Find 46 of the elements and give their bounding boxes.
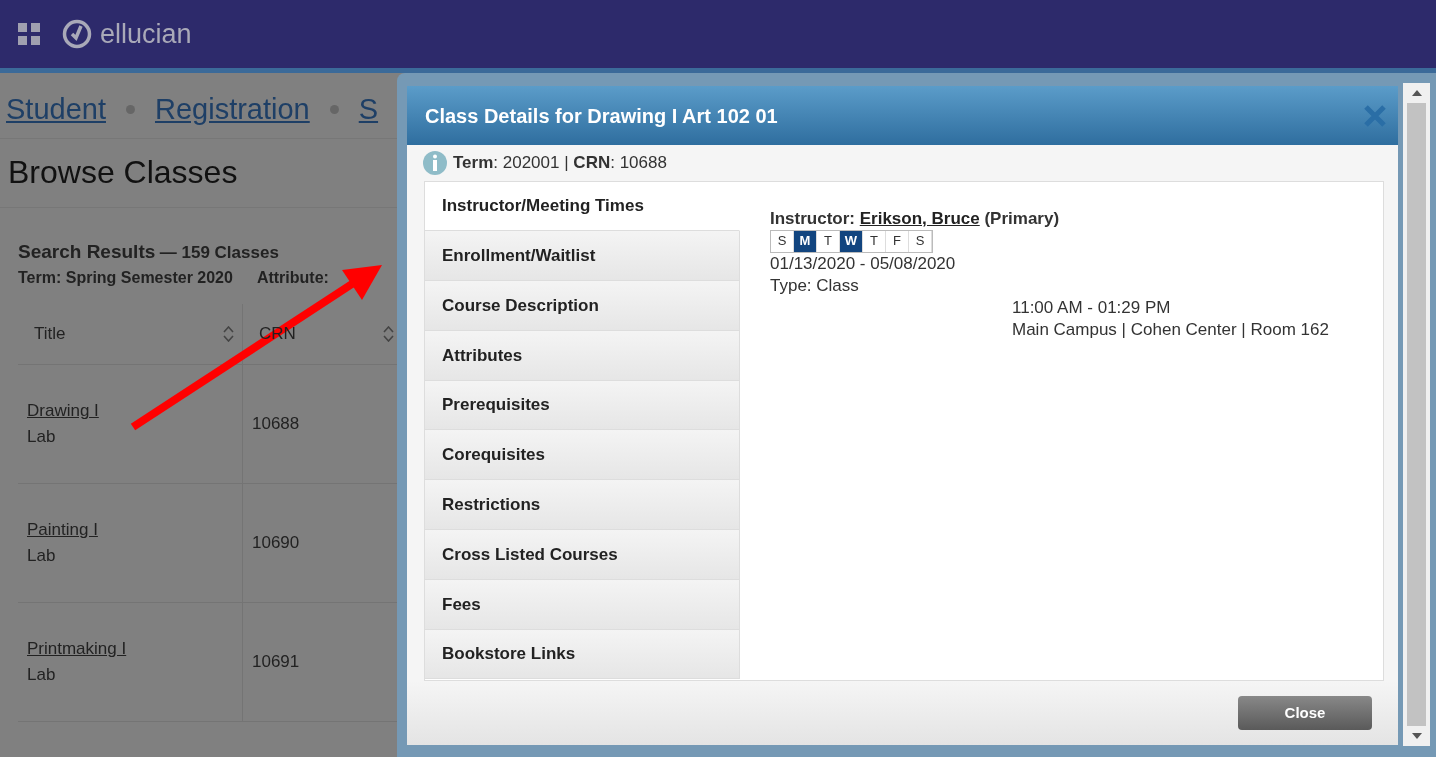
dialog-title: Class Details for Drawing I Art 102 01 (425, 103, 778, 129)
date-range: 01/13/2020 - 05/08/2020 (770, 252, 957, 275)
sort-icon[interactable] (383, 325, 394, 342)
scrollbar[interactable] (1403, 83, 1430, 746)
term-filter: Term: Spring Semester 2020 (18, 267, 233, 288)
course-link[interactable]: Printmaking I (27, 636, 234, 662)
meeting-time: 11:00 AM - 01:29 PM (1012, 296, 1172, 319)
logo-icon (62, 19, 92, 49)
instructor-link[interactable]: Erikson, Bruce (859, 208, 980, 228)
detail-tab[interactable]: Restrictions (425, 480, 740, 531)
detail-tab[interactable]: Enrollment/Waitlist (425, 231, 740, 282)
detail-tab[interactable]: Prerequisites (425, 380, 740, 431)
section-type: Lab (27, 425, 57, 448)
crn-number: 10688 (252, 413, 301, 436)
detail-tab[interactable]: Cross Listed Courses (425, 530, 740, 580)
close-icon[interactable] (1362, 102, 1388, 129)
crn-number: 10691 (252, 651, 301, 674)
weekday-cell: W (840, 230, 863, 252)
sort-icon[interactable] (223, 325, 234, 342)
logo-text: ellucian (100, 17, 192, 51)
separator-dot (126, 105, 135, 114)
section-type: Lab (27, 544, 57, 567)
scroll-up-icon[interactable] (1411, 89, 1422, 97)
results-count: — 159 Classes (159, 243, 279, 263)
meeting-type: Type: Class (770, 274, 860, 297)
term-crn-info: Term: 202001 | CRN: 10688 (453, 152, 667, 174)
detail-tab[interactable]: Fees (425, 579, 740, 630)
attribute-filter: Attribute: (256, 267, 329, 288)
info-icon (423, 150, 447, 175)
crn-number: 10690 (252, 532, 301, 555)
section-type: Lab (27, 663, 57, 686)
weekday-cell: M (794, 230, 817, 252)
course-link[interactable]: Drawing I (27, 398, 234, 424)
course-link[interactable]: Painting I (27, 517, 234, 543)
app-grid-icon[interactable] (18, 23, 40, 45)
instructor-line: Instructor: Erikson, Bruce (Primary) (770, 207, 1061, 230)
column-title: Title (34, 323, 66, 346)
results-heading: Search Results (18, 241, 156, 263)
detail-tab[interactable]: Bookstore Links (425, 629, 740, 680)
meeting-location: Main Campus | Cohen Center | Room 162 (1012, 318, 1330, 341)
detail-tab[interactable]: Course Description (425, 281, 740, 331)
separator-dot (329, 105, 339, 114)
close-button[interactable]: Close (1238, 695, 1372, 730)
detail-tab[interactable]: Attributes (425, 330, 740, 381)
scroll-down-icon[interactable] (1411, 732, 1422, 740)
detail-tab[interactable]: Corequisites (425, 430, 740, 481)
